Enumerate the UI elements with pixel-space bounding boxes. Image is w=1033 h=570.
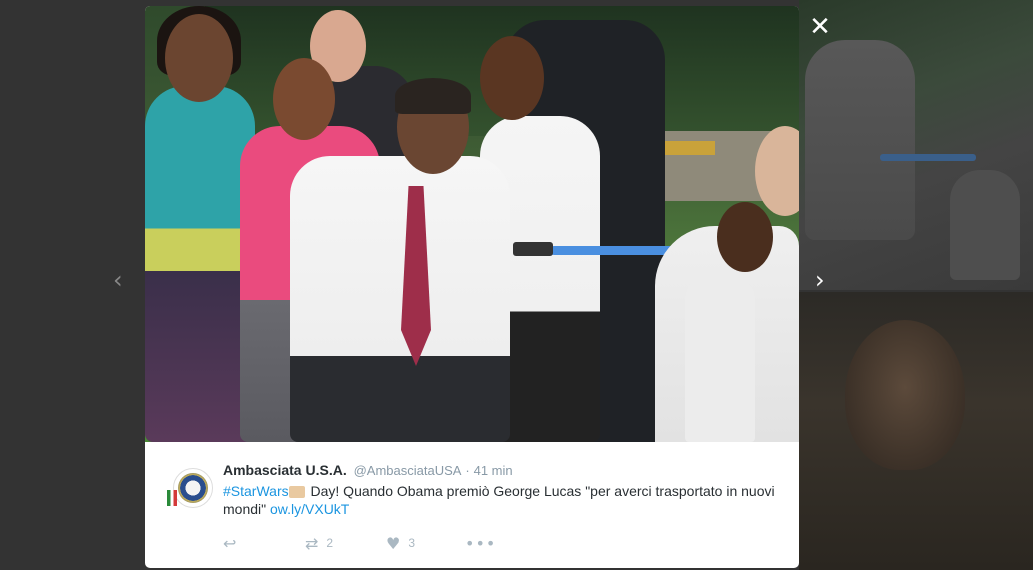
tweet: Ambasciata U.S.A. @AmbasciataUSA · 41 mi… [145,442,799,568]
photo-person-head [165,14,233,102]
close-button[interactable]: ✕ [807,14,833,40]
heart-icon: ♥ [386,534,401,553]
photo-person-head [717,202,773,272]
media-lightbox-card: Ambasciata U.S.A. @AmbasciataUSA · 41 mi… [145,6,799,568]
more-button[interactable]: ••• [465,534,496,553]
flag-icon [167,490,177,506]
like-button[interactable]: ♥ 3 [386,534,415,553]
retweet-button[interactable]: ⇄ 2 [305,534,333,553]
reply-button[interactable]: ↩ [223,534,236,553]
background-figure [805,40,915,240]
display-name[interactable]: Ambasciata U.S.A. [223,462,347,478]
reply-icon: ↩ [223,534,237,553]
retweet-icon: ⇄ [305,534,319,553]
tweet-photo[interactable] [145,6,799,442]
photo-lightsaber-hilt [513,242,553,256]
background-saber [880,154,976,161]
previous-button[interactable]: ‹ [113,268,123,292]
url-link[interactable]: ow.ly/VXUkT [270,501,349,517]
tweet-header: Ambasciata U.S.A. @AmbasciataUSA · 41 mi… [223,462,513,478]
hashflag-icon [288,486,305,499]
photo-person [290,156,510,442]
hashtag-link[interactable]: #StarWars [223,483,289,499]
photo-person-head [273,58,335,140]
like-count: 3 [408,536,416,550]
next-button[interactable]: › [815,268,825,292]
timestamp[interactable]: 41 min [474,463,513,478]
background-photo [799,292,1033,570]
separator: · [465,463,470,478]
photo-person [145,86,255,442]
background-photo [799,0,1033,290]
more-icon: ••• [465,534,497,553]
photo-person-head [480,36,544,120]
retweet-count: 2 [326,536,334,550]
tweet-text: #StarWars Day! Quando Obama premiò Georg… [223,482,783,518]
user-handle[interactable]: @AmbasciataUSA [354,463,462,478]
background-face [845,320,965,470]
photo-person-hair [395,78,471,114]
photo-person [685,276,755,442]
avatar[interactable] [173,468,213,508]
seal-icon [178,473,208,503]
background-figure [950,170,1020,280]
